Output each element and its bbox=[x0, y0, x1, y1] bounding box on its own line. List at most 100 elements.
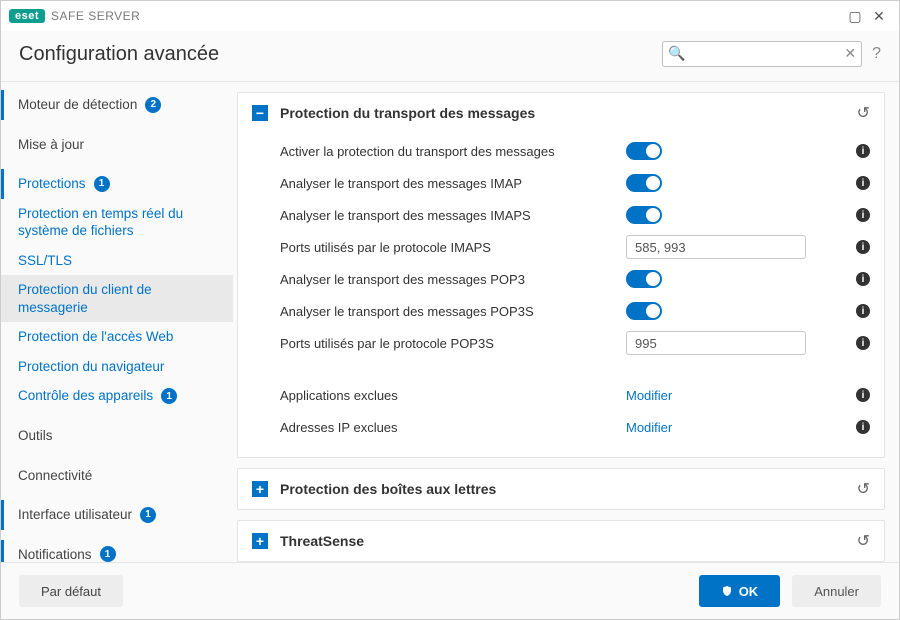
info-icon[interactable]: i bbox=[856, 208, 870, 222]
row-label: Analyser le transport des messages IMAPS bbox=[280, 208, 626, 223]
input-pop3s-ports[interactable] bbox=[626, 331, 806, 355]
sidebar-item-notifications[interactable]: Notifications 1 bbox=[1, 540, 233, 562]
row-label: Ports utilisés par le protocole POP3S bbox=[280, 336, 626, 351]
info-icon[interactable]: i bbox=[856, 272, 870, 286]
section-title: Protection des boîtes aux lettres bbox=[280, 481, 857, 497]
sidebar-item-label: Protections bbox=[18, 175, 86, 193]
footer: Par défaut OK Annuler bbox=[1, 562, 899, 619]
row-enable-transport: Activer la protection du transport des m… bbox=[280, 135, 870, 167]
brand-badge: eset bbox=[9, 9, 45, 23]
row-label: Applications exclues bbox=[280, 388, 626, 403]
info-icon[interactable]: i bbox=[856, 304, 870, 318]
undo-icon[interactable]: ↺ bbox=[857, 479, 870, 499]
main-panel: − Protection du transport des messages ↺… bbox=[233, 82, 899, 562]
section-header-mailbox[interactable]: + Protection des boîtes aux lettres ↺ bbox=[238, 469, 884, 509]
body: Moteur de détection 2 Mise à jour Protec… bbox=[1, 82, 899, 562]
edit-excluded-ips-link[interactable]: Modifier bbox=[626, 420, 672, 435]
expand-icon[interactable]: + bbox=[252, 481, 268, 497]
default-button[interactable]: Par défaut bbox=[19, 575, 123, 607]
badge: 2 bbox=[145, 97, 161, 113]
sidebar-item-realtime[interactable]: Protection en temps réel du système de f… bbox=[1, 199, 233, 246]
info-icon[interactable]: i bbox=[856, 388, 870, 402]
section-header-transport[interactable]: − Protection du transport des messages ↺ bbox=[238, 93, 884, 133]
search-clear-icon[interactable]: ✕ bbox=[844, 45, 856, 62]
row-imaps: Analyser le transport des messages IMAPS… bbox=[280, 199, 870, 231]
sidebar-item-label: Interface utilisateur bbox=[18, 506, 132, 524]
sidebar-item-ui[interactable]: Interface utilisateur 1 bbox=[1, 500, 233, 530]
badge: 1 bbox=[100, 546, 116, 562]
sidebar-item-label: Mise à jour bbox=[18, 136, 84, 154]
sidebar-item-protections[interactable]: Protections 1 bbox=[1, 169, 233, 199]
sidebar-item-email-client[interactable]: Protection du client de messagerie bbox=[1, 275, 233, 322]
sidebar-item-label: Protection de l'accès Web bbox=[18, 328, 173, 346]
sidebar-item-connectivity[interactable]: Connectivité bbox=[1, 461, 233, 491]
row-imap: Analyser le transport des messages IMAP … bbox=[280, 167, 870, 199]
info-icon[interactable]: i bbox=[856, 336, 870, 350]
titlebar: eset SAFE SERVER ▢ ✕ bbox=[1, 1, 899, 31]
help-icon[interactable]: ? bbox=[872, 45, 881, 63]
header: Configuration avancée 🔍 ✕ ? bbox=[1, 31, 899, 82]
row-label: Adresses IP exclues bbox=[280, 420, 626, 435]
window-close-icon[interactable]: ✕ bbox=[867, 4, 891, 28]
sidebar-item-tools[interactable]: Outils bbox=[1, 421, 233, 451]
info-icon[interactable]: i bbox=[856, 176, 870, 190]
undo-icon[interactable]: ↺ bbox=[857, 531, 870, 551]
section-mailbox: + Protection des boîtes aux lettres ↺ bbox=[237, 468, 885, 510]
sidebar-item-ssl[interactable]: SSL/TLS bbox=[1, 246, 233, 276]
badge: 1 bbox=[94, 176, 110, 192]
edit-excluded-apps-link[interactable]: Modifier bbox=[626, 388, 672, 403]
info-icon[interactable]: i bbox=[856, 420, 870, 434]
sidebar-item-label: Notifications bbox=[18, 546, 92, 562]
row-label: Analyser le transport des messages IMAP bbox=[280, 176, 626, 191]
section-title: ThreatSense bbox=[280, 533, 857, 549]
sidebar-item-update[interactable]: Mise à jour bbox=[1, 130, 233, 160]
toggle-pop3[interactable] bbox=[626, 270, 662, 288]
sidebar-item-label: SSL/TLS bbox=[18, 252, 72, 270]
ok-label: OK bbox=[739, 584, 759, 599]
sidebar-item-label: Protection du client de messagerie bbox=[18, 281, 219, 316]
cancel-button[interactable]: Annuler bbox=[792, 575, 881, 607]
row-label: Ports utilisés par le protocole IMAPS bbox=[280, 240, 626, 255]
badge: 1 bbox=[161, 388, 177, 404]
section-title: Protection du transport des messages bbox=[280, 105, 857, 121]
collapse-icon[interactable]: − bbox=[252, 105, 268, 121]
search-input[interactable] bbox=[662, 41, 862, 67]
product-name: SAFE SERVER bbox=[51, 9, 140, 23]
expand-icon[interactable]: + bbox=[252, 533, 268, 549]
sidebar-item-label: Contrôle des appareils bbox=[18, 387, 153, 405]
row-excluded-ips: Adresses IP exclues Modifier i bbox=[280, 411, 870, 443]
row-pop3: Analyser le transport des messages POP3 … bbox=[280, 263, 870, 295]
row-imaps-ports: Ports utilisés par le protocole IMAPS i bbox=[280, 231, 870, 263]
sidebar-item-label: Outils bbox=[18, 427, 53, 445]
sidebar-item-label: Protection du navigateur bbox=[18, 358, 164, 376]
sidebar-item-detection-engine[interactable]: Moteur de détection 2 bbox=[1, 90, 233, 120]
toggle-pop3s[interactable] bbox=[626, 302, 662, 320]
section-threatsense: + ThreatSense ↺ bbox=[237, 520, 885, 562]
sidebar-item-label: Connectivité bbox=[18, 467, 92, 485]
row-label: Analyser le transport des messages POP3S bbox=[280, 304, 626, 319]
sidebar-item-web-access[interactable]: Protection de l'accès Web bbox=[1, 322, 233, 352]
section-transport: − Protection du transport des messages ↺… bbox=[237, 92, 885, 458]
sidebar-item-browser[interactable]: Protection du navigateur bbox=[1, 352, 233, 382]
input-imaps-ports[interactable] bbox=[626, 235, 806, 259]
sidebar-item-label: Moteur de détection bbox=[18, 96, 137, 114]
section-header-threatsense[interactable]: + ThreatSense ↺ bbox=[238, 521, 884, 561]
toggle-imap[interactable] bbox=[626, 174, 662, 192]
sidebar-item-label: Protection en temps réel du système de f… bbox=[18, 205, 219, 240]
row-label: Analyser le transport des messages POP3 bbox=[280, 272, 626, 287]
info-icon[interactable]: i bbox=[856, 240, 870, 254]
row-label: Activer la protection du transport des m… bbox=[280, 144, 626, 159]
sidebar: Moteur de détection 2 Mise à jour Protec… bbox=[1, 82, 233, 562]
row-pop3s: Analyser le transport des messages POP3S… bbox=[280, 295, 870, 327]
window-maximize-icon[interactable]: ▢ bbox=[843, 4, 867, 28]
section-body-transport: Activer la protection du transport des m… bbox=[238, 133, 884, 457]
sidebar-item-device-control[interactable]: Contrôle des appareils 1 bbox=[1, 381, 233, 411]
toggle-enable-transport[interactable] bbox=[626, 142, 662, 160]
search-wrap: 🔍 ✕ bbox=[662, 41, 862, 67]
toggle-imaps[interactable] bbox=[626, 206, 662, 224]
undo-icon[interactable]: ↺ bbox=[857, 103, 870, 123]
row-pop3s-ports: Ports utilisés par le protocole POP3S i bbox=[280, 327, 870, 359]
ok-button[interactable]: OK bbox=[699, 575, 781, 607]
badge: 1 bbox=[140, 507, 156, 523]
info-icon[interactable]: i bbox=[856, 144, 870, 158]
